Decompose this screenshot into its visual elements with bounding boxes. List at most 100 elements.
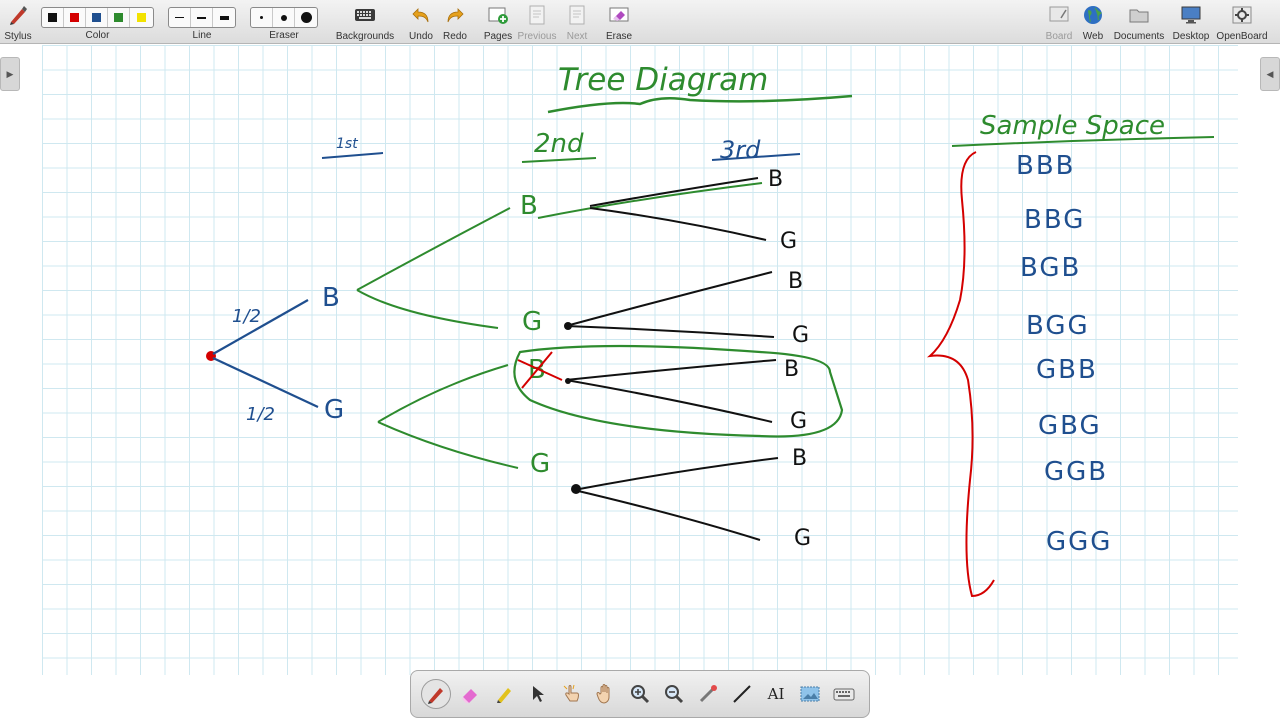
monitor-icon <box>1178 2 1204 28</box>
undo-label: Undo <box>409 31 433 42</box>
pointing-hand-icon <box>563 684 579 702</box>
capture-tool-button[interactable] <box>795 679 825 709</box>
color-black[interactable] <box>42 8 64 27</box>
color-swatch-green <box>114 13 123 22</box>
keyboard-icon <box>833 688 855 701</box>
board-button[interactable]: Board <box>1043 2 1075 44</box>
line-thin[interactable] <box>169 8 191 27</box>
undo-button[interactable]: Undo <box>406 2 436 44</box>
color-swatch-red <box>70 13 79 22</box>
zoom-out-button[interactable] <box>659 679 689 709</box>
folder-icon <box>1126 2 1152 28</box>
right-panel-toggle[interactable]: ◀ <box>1260 57 1280 91</box>
redo-button[interactable]: Redo <box>440 2 470 44</box>
previous-button[interactable]: Previous <box>517 2 557 44</box>
previous-page-icon <box>524 2 550 28</box>
hand-tool-button[interactable] <box>591 679 621 709</box>
line-label: Line <box>192 30 212 41</box>
laser-pointer-button[interactable] <box>693 679 723 709</box>
color-group: Color <box>41 0 154 44</box>
gear-icon <box>1229 2 1255 28</box>
redo-icon <box>442 2 468 28</box>
tool-palette: AI <box>410 670 870 718</box>
next-button[interactable]: Next <box>562 2 592 44</box>
eraser-large-icon <box>300 12 312 23</box>
eraser-small[interactable] <box>251 8 273 27</box>
screen-capture-icon <box>800 686 820 702</box>
line-thin-icon <box>175 17 184 18</box>
interact-tool-button[interactable] <box>557 679 587 709</box>
virtual-keyboard-button[interactable] <box>829 679 859 709</box>
eraser-group: Eraser <box>250 0 318 44</box>
marker-tool-button[interactable] <box>489 679 519 709</box>
next-page-icon <box>564 2 590 28</box>
web-label: Web <box>1082 31 1104 42</box>
stylus-icon <box>5 2 31 28</box>
pen-tool-button[interactable] <box>421 679 451 709</box>
eraser-size-selector <box>250 7 318 28</box>
color-blue[interactable] <box>86 8 108 27</box>
highlighter-icon <box>497 688 511 703</box>
desktop-button[interactable]: Desktop <box>1170 2 1212 44</box>
undo-icon <box>408 2 434 28</box>
board-label: Board <box>1045 31 1073 42</box>
line-width-selector <box>168 7 236 28</box>
erase-label: Erase <box>605 31 633 42</box>
color-red[interactable] <box>64 8 86 27</box>
line-thick[interactable] <box>213 8 235 27</box>
backgrounds-label: Backgrounds <box>335 31 395 42</box>
keyboard-icon <box>352 2 378 28</box>
eraser-large[interactable] <box>295 8 317 27</box>
zoom-in-button[interactable] <box>625 679 655 709</box>
redo-label: Redo <box>443 31 467 42</box>
next-label: Next <box>566 31 588 42</box>
openboard-label: OpenBoard <box>1216 31 1268 42</box>
board-icon <box>1046 2 1072 28</box>
color-yellow[interactable] <box>130 8 153 27</box>
eraser-icon <box>462 689 477 703</box>
line-thick-icon <box>219 15 229 20</box>
eraser-medium-icon <box>280 14 287 21</box>
documents-label: Documents <box>1113 31 1165 42</box>
color-swatch-black <box>48 13 57 22</box>
color-green[interactable] <box>108 8 130 27</box>
whiteboard-canvas[interactable]: ▶ ◀ <box>0 45 1280 720</box>
eraser-medium[interactable] <box>273 8 295 27</box>
backgrounds-button[interactable]: Backgrounds <box>334 2 396 44</box>
line-group: Line <box>168 0 236 44</box>
zoom-in-icon <box>631 685 650 704</box>
expand-left-icon: ◀ <box>1266 68 1274 79</box>
cursor-arrow-icon <box>533 686 544 702</box>
expand-right-icon: ▶ <box>6 68 14 79</box>
pages-button[interactable]: Pages <box>482 2 514 44</box>
grid-background <box>42 45 1238 675</box>
left-panel-toggle[interactable]: ▶ <box>0 57 20 91</box>
pages-label: Pages <box>483 31 513 42</box>
add-page-icon <box>485 2 511 28</box>
openboard-button[interactable]: OpenBoard <box>1214 2 1270 44</box>
line-medium[interactable] <box>191 8 213 27</box>
color-selector <box>41 7 154 28</box>
color-swatch-blue <box>92 13 101 22</box>
laser-pointer-icon <box>699 685 717 703</box>
text-tool-label: AI <box>767 685 785 703</box>
desktop-label: Desktop <box>1172 31 1210 42</box>
hand-icon <box>596 684 610 704</box>
line-tool-icon <box>733 685 751 703</box>
line-medium-icon <box>197 16 206 19</box>
stylus-button[interactable]: Stylus <box>4 2 32 44</box>
erase-button[interactable]: Erase <box>603 2 635 44</box>
web-button[interactable]: Web <box>1079 2 1107 44</box>
text-tool-button[interactable]: AI <box>761 679 791 709</box>
erase-board-icon <box>606 2 632 28</box>
top-toolbar: Stylus Color Line Eraser Backgrounds Und… <box>0 0 1280 44</box>
eraser-tool-button[interactable] <box>455 679 485 709</box>
stylus-label: Stylus <box>4 31 32 42</box>
select-tool-button[interactable] <box>523 679 553 709</box>
color-label: Color <box>85 30 110 41</box>
color-swatch-yellow <box>137 13 146 22</box>
eraser-small-icon <box>260 16 263 19</box>
documents-button[interactable]: Documents <box>1112 2 1166 44</box>
zoom-out-icon <box>665 685 684 704</box>
line-tool-button[interactable] <box>727 679 757 709</box>
